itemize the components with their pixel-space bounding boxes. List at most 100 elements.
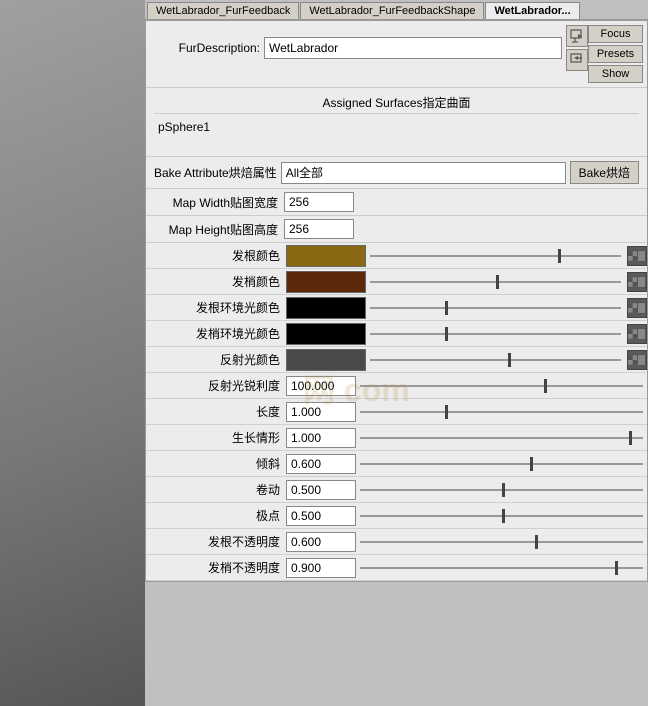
prop-row-1: 发梢颜色 <box>146 269 647 295</box>
prop-row-12: 发梢不透明度 <box>146 555 647 581</box>
prop-value-5[interactable] <box>286 376 356 396</box>
slider-thumb-1 <box>496 275 499 289</box>
slider-area-8[interactable] <box>356 463 647 465</box>
prop-label-9: 卷动 <box>146 479 286 500</box>
tab-2[interactable]: WetLabrador... <box>485 2 579 19</box>
slider-track-5 <box>360 385 643 387</box>
focus-button[interactable]: Focus <box>588 25 643 43</box>
slider-area-7[interactable] <box>356 437 647 439</box>
slider-thumb-8 <box>530 457 533 471</box>
slider-area-4[interactable] <box>366 359 625 361</box>
slider-thumb-6 <box>445 405 448 419</box>
slider-area-10[interactable] <box>356 515 647 517</box>
slider-thumb-12 <box>615 561 618 575</box>
tab-bar: WetLabrador_FurFeedback WetLabrador_FurF… <box>145 0 648 20</box>
slider-thumb-7 <box>629 431 632 445</box>
prop-label-2: 发根环境光颜色 <box>146 297 286 318</box>
slider-area-11[interactable] <box>356 541 647 543</box>
header-area: FurDescription: <box>146 21 647 88</box>
prop-label-10: 极点 <box>146 505 286 526</box>
tab-1[interactable]: WetLabrador_FurFeedbackShape <box>300 2 484 19</box>
main-panel: FurDescription: <box>145 20 648 582</box>
map-btn-2[interactable] <box>627 298 647 318</box>
right-buttons: Focus Presets Show <box>588 25 643 83</box>
color-swatch-1[interactable] <box>286 271 366 293</box>
color-swatch-0[interactable] <box>286 245 366 267</box>
slider-area-9[interactable] <box>356 489 647 491</box>
properties-table: 发根颜色 发梢颜色 发根环境光颜色 发梢环境光颜色 反射光颜色 反射光锐利度长度… <box>146 243 647 581</box>
slider-track-11 <box>360 541 643 543</box>
slider-track-3 <box>370 333 621 335</box>
prop-label-8: 倾斜 <box>146 453 286 474</box>
prop-label-5: 反射光锐利度 <box>146 375 286 396</box>
presets-button[interactable]: Presets <box>588 45 643 63</box>
export-icon-btn[interactable] <box>566 49 588 71</box>
prop-label-3: 发梢环境光颜色 <box>146 323 286 344</box>
bake-attribute-label: Bake Attribute烘焙属性 <box>154 164 277 181</box>
color-swatch-2[interactable] <box>286 297 366 319</box>
slider-thumb-9 <box>502 483 505 497</box>
prop-value-7[interactable] <box>286 428 356 448</box>
prop-row-10: 极点 <box>146 503 647 529</box>
bake-attribute-input[interactable] <box>281 162 566 184</box>
map-btn-1[interactable] <box>627 272 647 292</box>
map-height-input[interactable] <box>284 219 354 239</box>
prop-value-9[interactable] <box>286 480 356 500</box>
slider-area-2[interactable] <box>366 307 625 309</box>
slider-track-10 <box>360 515 643 517</box>
slider-thumb-2 <box>445 301 448 315</box>
prop-row-6: 长度 <box>146 399 647 425</box>
prop-label-6: 长度 <box>146 401 286 422</box>
fur-description-input[interactable] <box>264 37 562 59</box>
map-btn-0[interactable] <box>627 246 647 266</box>
prop-value-11[interactable] <box>286 532 356 552</box>
map-width-label: Map Width贴图宽度 <box>154 194 284 211</box>
prop-label-12: 发梢不透明度 <box>146 557 286 578</box>
tab-0[interactable]: WetLabrador_FurFeedback <box>147 2 299 19</box>
color-swatch-3[interactable] <box>286 323 366 345</box>
assigned-surfaces-section: Assigned Surfaces指定曲面 pSphere1 <box>146 88 647 157</box>
slider-area-5[interactable] <box>356 385 647 387</box>
slider-area-12[interactable] <box>356 567 647 569</box>
slider-area-6[interactable] <box>356 411 647 413</box>
prop-label-0: 发根颜色 <box>146 245 286 266</box>
prop-label-7: 生长情形 <box>146 427 286 448</box>
slider-area-0[interactable] <box>366 255 625 257</box>
prop-row-11: 发根不透明度 <box>146 529 647 555</box>
prop-value-10[interactable] <box>286 506 356 526</box>
prop-value-12[interactable] <box>286 558 356 578</box>
slider-thumb-5 <box>544 379 547 393</box>
slider-track-4 <box>370 359 621 361</box>
show-button[interactable]: Show <box>588 65 643 83</box>
prop-row-0: 发根颜色 <box>146 243 647 269</box>
prop-row-2: 发根环境光颜色 <box>146 295 647 321</box>
left-panel <box>0 0 145 706</box>
prop-value-8[interactable] <box>286 454 356 474</box>
prop-row-5: 反射光锐利度 <box>146 373 647 399</box>
prop-value-6[interactable] <box>286 402 356 422</box>
map-btn-4[interactable] <box>627 350 647 370</box>
slider-track-2 <box>370 307 621 309</box>
slider-thumb-11 <box>535 535 538 549</box>
slider-track-0 <box>370 255 621 257</box>
bake-button[interactable]: Bake烘焙 <box>570 161 639 184</box>
map-height-row: Map Height贴图高度 <box>146 216 647 243</box>
fur-description-label: FurDescription: <box>150 41 260 55</box>
map-btn-3[interactable] <box>627 324 647 344</box>
map-width-input[interactable] <box>284 192 354 212</box>
slider-thumb-3 <box>445 327 448 341</box>
slider-area-3[interactable] <box>366 333 625 335</box>
import-icon-btn[interactable] <box>566 25 588 47</box>
bake-attribute-row: Bake Attribute烘焙属性 Bake烘焙 <box>146 157 647 189</box>
assigned-surfaces-title: Assigned Surfaces指定曲面 <box>154 92 639 114</box>
slider-track-8 <box>360 463 643 465</box>
slider-track-7 <box>360 437 643 439</box>
prop-label-11: 发根不透明度 <box>146 531 286 552</box>
prop-label-1: 发梢颜色 <box>146 271 286 292</box>
color-swatch-4[interactable] <box>286 349 366 371</box>
slider-area-1[interactable] <box>366 281 625 283</box>
slider-thumb-10 <box>502 509 505 523</box>
surface-item-0[interactable]: pSphere1 <box>154 118 639 136</box>
prop-row-7: 生长情形 <box>146 425 647 451</box>
slider-track-1 <box>370 281 621 283</box>
